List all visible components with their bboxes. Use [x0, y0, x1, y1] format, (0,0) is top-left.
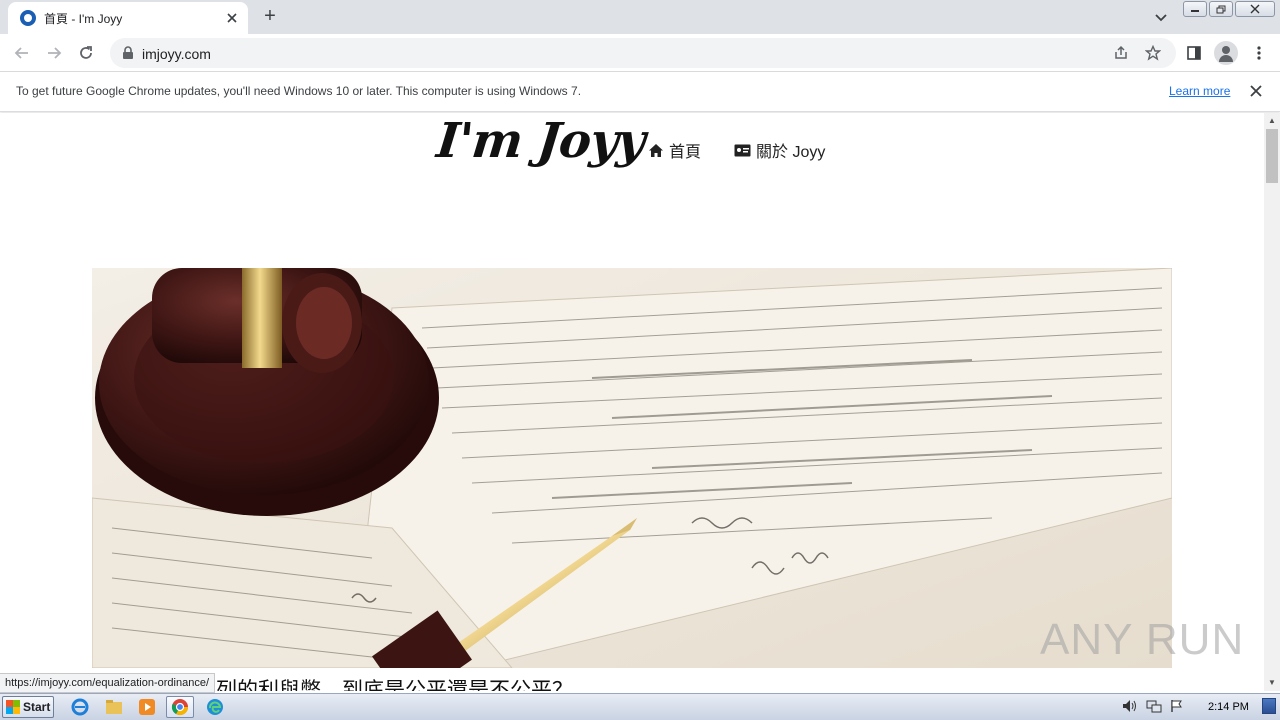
windows-logo-icon — [6, 700, 20, 714]
start-button[interactable]: Start — [2, 696, 54, 718]
link-status-bubble: https://imjoyy.com/equalization-ordinanc… — [0, 673, 216, 693]
show-desktop-button[interactable] — [1262, 698, 1276, 714]
window-close-button[interactable] — [1235, 1, 1275, 17]
learn-more-link[interactable]: Learn more — [1169, 84, 1230, 98]
menu-kebab-icon[interactable] — [1249, 43, 1269, 63]
edge-icon[interactable] — [201, 696, 229, 718]
id-card-icon — [734, 144, 751, 156]
bookmark-star-icon[interactable] — [1144, 44, 1162, 62]
chrome-icon[interactable] — [166, 696, 194, 718]
profile-avatar-icon[interactable] — [1214, 41, 1238, 65]
windows-taskbar: Start 2:14 PM — [0, 693, 1280, 720]
site-logo[interactable]: I'm Joyy — [434, 113, 647, 169]
start-label: Start — [23, 700, 51, 714]
tab-strip: 首頁 - I'm Joyy + — [0, 0, 1280, 34]
reload-icon — [80, 46, 92, 59]
side-panel-icon[interactable] — [1184, 43, 1204, 63]
browser-toolbar: imjoyy.com — [0, 34, 1280, 72]
hero-image[interactable] — [92, 268, 1172, 668]
tab-close-icon[interactable] — [224, 10, 240, 26]
internet-explorer-icon[interactable] — [66, 696, 94, 718]
scroll-up-icon[interactable]: ▲ — [1267, 116, 1277, 126]
forward-arrow-icon — [48, 47, 62, 59]
update-infobar: To get future Google Chrome updates, you… — [0, 72, 1280, 112]
action-center-flag-icon[interactable] — [1170, 699, 1184, 716]
infobar-close-icon[interactable] — [1248, 83, 1264, 99]
minimize-button[interactable] — [1183, 1, 1207, 17]
url-text[interactable]: imjoyy.com — [142, 46, 211, 62]
nav-about-label: 關於 Joyy — [756, 144, 826, 161]
tab-title: 首頁 - I'm Joyy — [44, 11, 123, 26]
back-button[interactable] — [10, 41, 34, 65]
page-viewport: I'm Joyy 首頁 關於 Joyy 列的利與弊，到底是公平還是不公平？ AN… — [0, 113, 1264, 691]
system-tray — [1122, 696, 1184, 718]
scroll-down-icon[interactable]: ▼ — [1267, 678, 1277, 688]
reload-button[interactable] — [74, 41, 98, 65]
share-icon[interactable] — [1112, 44, 1130, 62]
page-scrollbar[interactable]: ▲ ▼ — [1264, 113, 1280, 691]
article-title[interactable]: 列的利與弊，到底是公平還是不公平？ — [216, 674, 573, 691]
tab-search-chevron-icon[interactable] — [1152, 8, 1170, 26]
volume-icon[interactable] — [1122, 699, 1138, 716]
file-explorer-icon[interactable] — [100, 696, 128, 718]
nav-home[interactable]: 首頁 — [648, 138, 701, 162]
home-icon — [649, 143, 663, 157]
address-bar[interactable]: imjoyy.com — [110, 38, 1176, 68]
nav-home-label: 首頁 — [669, 144, 702, 161]
site-favicon-icon — [20, 10, 36, 26]
restore-button[interactable] — [1209, 1, 1233, 17]
media-player-icon[interactable] — [133, 696, 161, 718]
browser-tab[interactable]: 首頁 - I'm Joyy — [8, 2, 248, 34]
nav-about[interactable]: 關於 Joyy — [734, 138, 825, 162]
new-tab-button[interactable]: + — [258, 6, 282, 28]
forward-button[interactable] — [42, 41, 66, 65]
scroll-thumb[interactable] — [1266, 129, 1278, 183]
infobar-message: To get future Google Chrome updates, you… — [16, 84, 582, 98]
taskbar-clock[interactable]: 2:14 PM — [1208, 701, 1249, 713]
network-icon[interactable] — [1146, 699, 1162, 716]
lock-icon[interactable] — [122, 46, 134, 63]
anyrun-watermark: ANY RUN — [1040, 615, 1245, 664]
back-arrow-icon — [14, 47, 28, 59]
